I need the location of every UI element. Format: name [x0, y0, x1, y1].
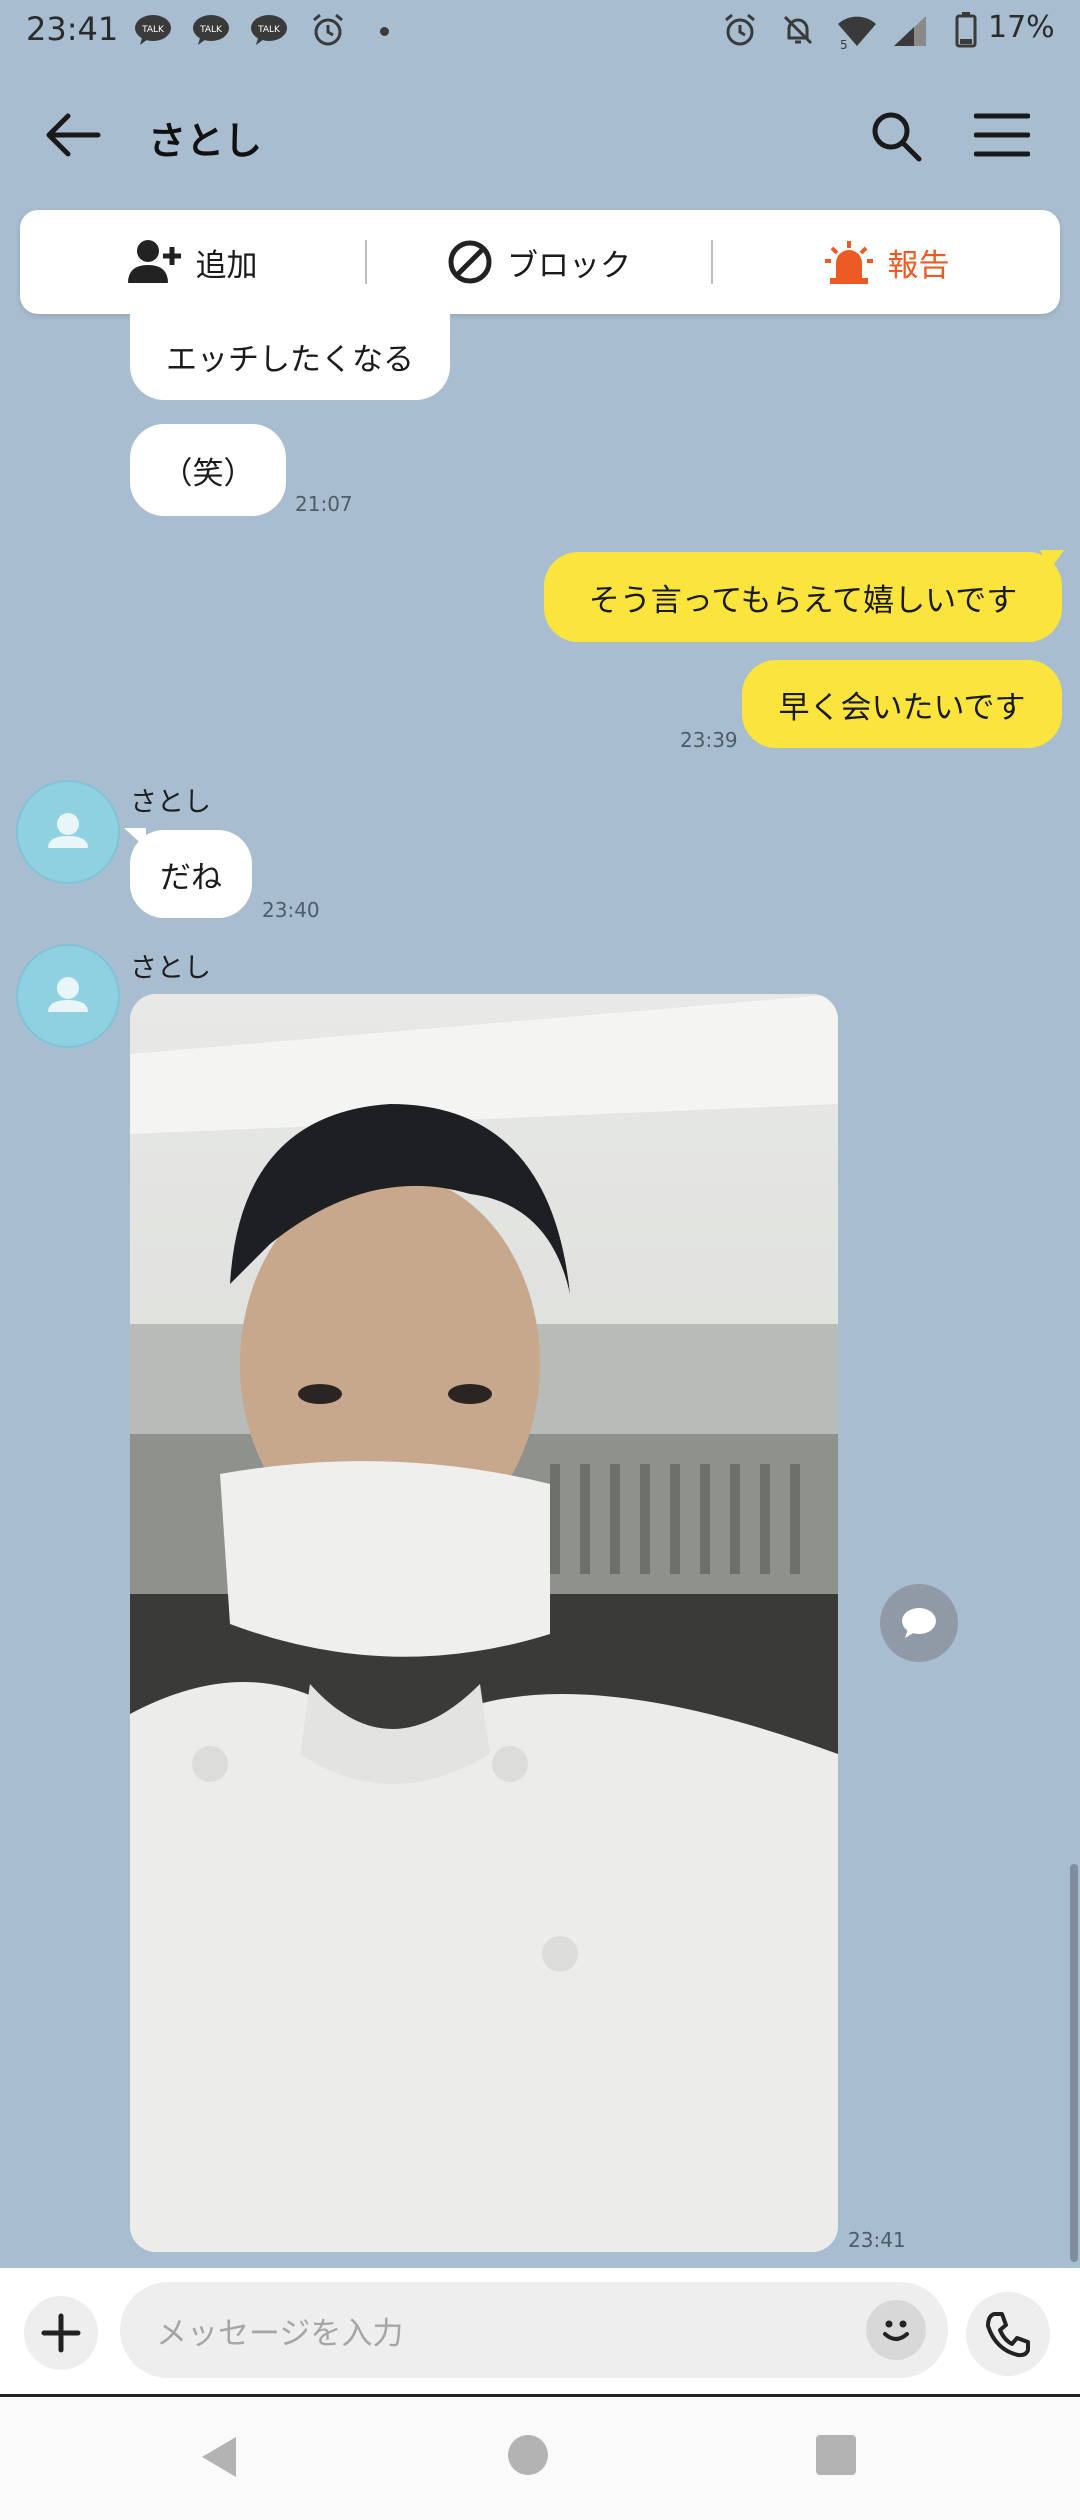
siren-icon [824, 241, 873, 284]
wifi-5g-label: 5 [840, 38, 848, 50]
share-photo-button[interactable] [880, 1584, 958, 1662]
my-message-bubble[interactable]: そう言ってもらえて嬉しいです [544, 552, 1062, 642]
alarm-icon [725, 13, 755, 46]
message-text: （笑） [161, 455, 255, 492]
search-icon[interactable] [868, 108, 924, 164]
nav-back-icon[interactable] [196, 2433, 244, 2481]
avatar[interactable] [16, 944, 120, 1048]
add-friend-button[interactable]: 追加 [20, 210, 365, 314]
menu-icon[interactable] [974, 110, 1030, 160]
default-profile-icon [48, 813, 88, 848]
kakaotalk-notification-icon: TALK [251, 15, 287, 45]
attach-button[interactable] [24, 2296, 98, 2370]
status-time: 23:41 [26, 10, 119, 48]
system-nav-bar [0, 2394, 1080, 2520]
message-time: 23:39 [680, 728, 738, 752]
kakaotalk-notification-icon: TALK [193, 15, 229, 45]
smiley-icon [883, 2320, 909, 2341]
nav-recents-icon[interactable] [816, 2435, 856, 2475]
block-label: ブロック [507, 247, 631, 284]
kakaotalk-notification-icon: TALK [135, 15, 171, 45]
phone-icon [986, 2312, 1030, 2358]
my-message-bubble[interactable]: 早く会いたいです [742, 660, 1062, 748]
selfie-photo [130, 994, 838, 2252]
talk-label: TALK [141, 25, 165, 35]
more-notifications-dot [380, 27, 389, 36]
message-text: 早く会いたいです [778, 689, 1026, 726]
report-button[interactable]: 報告 [713, 210, 1060, 314]
talk-label: TALK [199, 25, 223, 35]
alarm-icon [313, 13, 343, 46]
speech-bubble-icon [902, 1608, 936, 1638]
message-text: エッチしたくなる [166, 341, 414, 378]
bubble-tail [124, 828, 146, 848]
message-time: 23:41 [848, 2228, 906, 2252]
sender-name: さとし [130, 953, 211, 984]
cell-signal-icon [894, 16, 926, 46]
message-time: 21:07 [295, 492, 353, 516]
message-input-bar: メッセージを入力 [0, 2268, 1080, 2394]
chat-title: さとし [148, 119, 263, 163]
mute-bell-icon [783, 15, 813, 45]
message-text: そう言ってもらえて嬉しいです [588, 582, 1018, 619]
plus-icon [41, 2313, 81, 2353]
input-placeholder: メッセージを入力 [156, 2316, 404, 2352]
add-person-icon [127, 240, 181, 283]
friend-action-bar: 追加 ブロック 報告 [20, 210, 1060, 314]
photo-message[interactable] [130, 994, 838, 2252]
status-bar: 23:41 TALK TALK TALK 5 17% [0, 0, 1080, 62]
scrollbar[interactable] [1070, 1864, 1078, 2262]
message-bubble[interactable]: （笑） [130, 424, 286, 516]
message-bubble[interactable]: だね [130, 830, 252, 918]
call-button[interactable] [966, 2292, 1050, 2376]
block-button[interactable]: ブロック [367, 210, 711, 314]
message-text: だね [160, 859, 222, 896]
wifi-icon: 5 [838, 16, 876, 50]
back-arrow-icon[interactable] [42, 110, 102, 160]
add-label: 追加 [195, 247, 258, 284]
battery-icon [955, 12, 977, 48]
battery-percent: 17% [988, 10, 1055, 45]
message-input[interactable]: メッセージを入力 [120, 2282, 948, 2378]
emoji-button[interactable] [866, 2300, 926, 2360]
default-profile-icon [48, 977, 88, 1012]
report-label: 報告 [887, 247, 950, 284]
avatar[interactable] [16, 780, 120, 884]
nav-home-icon[interactable] [508, 2435, 548, 2475]
block-icon [448, 240, 492, 284]
talk-label: TALK [257, 25, 281, 35]
bubble-tail [1040, 550, 1064, 570]
message-time: 23:40 [262, 898, 320, 922]
sender-name: さとし [130, 787, 211, 818]
message-bubble[interactable]: エッチしたくなる [130, 312, 450, 400]
